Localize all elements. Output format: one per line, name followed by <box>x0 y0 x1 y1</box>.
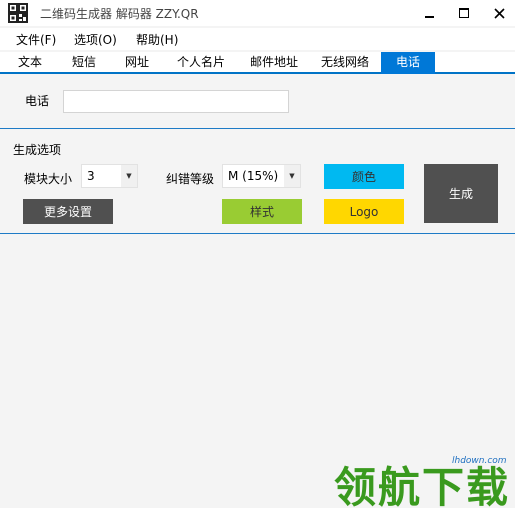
more-settings-button[interactable]: 更多设置 <box>23 199 113 224</box>
error-correction-value: M (15%) <box>228 169 279 183</box>
section-divider-bottom <box>0 233 515 234</box>
section-divider-top <box>0 128 515 129</box>
module-size-label: 模块大小 <box>24 172 73 186</box>
error-correction-select[interactable]: M (15%) ▼ <box>222 164 301 188</box>
module-size-select[interactable]: 3 ▼ <box>81 164 138 188</box>
tab-url[interactable]: 网址 <box>115 52 159 74</box>
chevron-down-icon: ▼ <box>284 165 300 187</box>
tab-sms[interactable]: 短信 <box>62 52 106 74</box>
window-title: 二维码生成器 解码器 ZZY.QR <box>40 7 199 21</box>
phone-label: 电话 <box>25 94 50 108</box>
module-size-value: 3 <box>87 169 95 183</box>
options-title: 生成选项 <box>13 143 62 157</box>
phone-input[interactable] <box>63 90 289 113</box>
menu-help[interactable]: 帮助(H) <box>136 31 178 48</box>
menu-bar: 文件(F) 选项(O) 帮助(H) <box>0 28 515 50</box>
qr-code-icon <box>8 3 28 23</box>
close-icon <box>493 7 505 19</box>
chevron-down-icon: ▼ <box>121 165 137 187</box>
watermark-logo: 领航下载 <box>334 463 510 508</box>
tab-bar: 文本 短信 网址 个人名片 邮件地址 无线网络 电话 <box>0 52 515 74</box>
minimize-icon <box>425 16 434 18</box>
color-button[interactable]: 颜色 <box>324 164 404 189</box>
error-correction-label: 纠错等级 <box>166 172 215 186</box>
title-bar: 二维码生成器 解码器 ZZY.QR <box>0 0 515 26</box>
tab-text[interactable]: 文本 <box>8 52 52 74</box>
logo-button[interactable]: Logo <box>324 199 404 224</box>
generate-button[interactable]: 生成 <box>424 164 498 223</box>
tab-contact-card[interactable]: 个人名片 <box>170 52 232 74</box>
tab-wifi[interactable]: 无线网络 <box>314 52 376 74</box>
tab-email[interactable]: 邮件地址 <box>243 52 305 74</box>
menu-file[interactable]: 文件(F) <box>16 31 56 48</box>
tab-phone[interactable]: 电话 <box>381 52 435 74</box>
menu-options[interactable]: 选项(O) <box>74 31 117 48</box>
maximize-icon <box>459 8 469 18</box>
close-button[interactable] <box>476 0 515 26</box>
style-button[interactable]: 样式 <box>222 199 302 224</box>
watermark-text: 领航下载 <box>334 463 510 508</box>
